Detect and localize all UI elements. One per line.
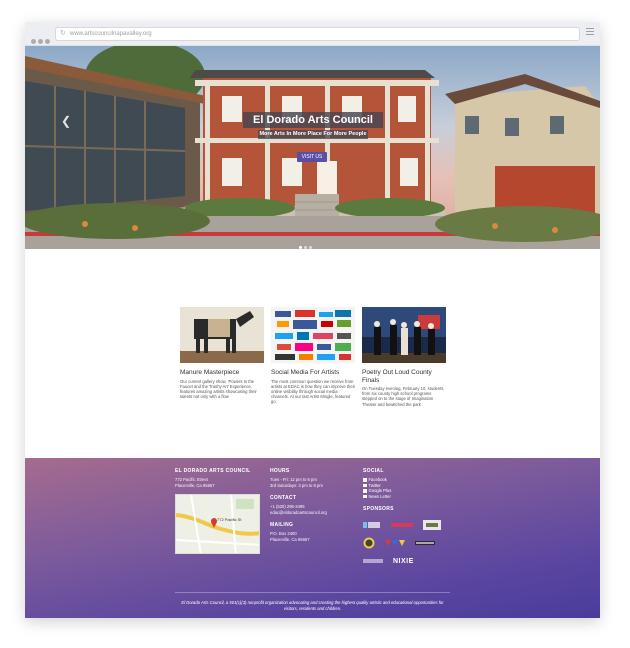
contact-email[interactable]: edac@eldoradoartscouncil.org: [270, 510, 355, 516]
mailing-heading: MAILING: [270, 522, 294, 528]
post-excerpt: On Tuesday evening, February 10, student…: [362, 386, 444, 407]
footer-col-social: SOCIAL Facebook Twitter Google Plus News…: [363, 468, 458, 566]
post-excerpt: The most common question we receive from…: [271, 378, 356, 405]
hours-line-2: 3rd Saturdays: 3 pm to 8 pm: [270, 482, 323, 488]
post-thumbnail[interactable]: [362, 307, 446, 363]
sponsors-heading: SPONSORS: [363, 506, 394, 512]
main-content: Manure Masterpiece Our current gallery s…: [25, 249, 600, 458]
footer-mission-note: El Dorado Arts Council, a 501(c)(3) nonp…: [181, 600, 444, 611]
footer-col-info: HOURS Tues - Fri: 12 pm to 6 pm 3rd Satu…: [270, 468, 355, 549]
slider-pagination[interactable]: [299, 236, 314, 249]
hamburger-menu-icon[interactable]: [586, 28, 594, 38]
sponsor-logo[interactable]: [385, 538, 405, 548]
contact-heading: CONTACT: [270, 495, 297, 501]
hero-photo: [25, 46, 600, 249]
twitter-icon: [363, 483, 367, 488]
hero-subtitle: More Arts In More Place For More People: [258, 130, 368, 139]
post-title[interactable]: Poetry Out Loud County Finals: [362, 369, 446, 384]
site-footer: EL DORADO ARTS COUNCIL 772 Pacific Stree…: [25, 458, 600, 618]
post-card[interactable]: Poetry Out Loud County Finals On Tuesday…: [362, 307, 446, 407]
social-heading: SOCIAL: [363, 468, 384, 474]
google-plus-icon: [363, 489, 367, 493]
facebook-icon: [363, 478, 367, 482]
hero-slider: ❮ El Dorado Arts Council More Arts In Mo…: [25, 46, 600, 249]
post-card[interactable]: Manure Masterpiece Our current gallery s…: [180, 307, 264, 399]
footer-divider: [175, 592, 450, 593]
address-bar[interactable]: ↻ www.artscouncilnapavalley.org: [55, 27, 580, 41]
sponsor-nixie[interactable]: NIXIE: [393, 556, 414, 566]
visit-us-button[interactable]: VISIT US: [297, 152, 327, 162]
mailing-line-2: Placerville, Ca 95667: [270, 536, 310, 542]
sponsor-logo[interactable]: [363, 556, 383, 566]
post-thumbnail[interactable]: [180, 307, 264, 363]
org-address-2: Placerville, Ca 95667: [175, 482, 215, 488]
sponsor-logo[interactable]: [391, 520, 413, 530]
post-title[interactable]: Social Media For Artists: [271, 369, 355, 377]
post-title[interactable]: Manure Masterpiece: [180, 369, 264, 377]
chevron-left-icon[interactable]: ❮: [61, 114, 71, 128]
post-card[interactable]: Social Media For Artists The most common…: [271, 307, 355, 405]
sponsor-seal[interactable]: [363, 537, 375, 549]
hours-heading: HOURS: [270, 468, 290, 474]
browser-chrome: ↻ www.artscouncilnapavalley.org: [25, 22, 600, 46]
social-link-newsletter[interactable]: News Letter: [363, 494, 458, 500]
post-excerpt: Our current gallery show, 'Powers In the…: [180, 378, 257, 400]
post-thumbnail[interactable]: [271, 307, 355, 363]
org-heading: EL DORADO ARTS COUNCIL: [175, 468, 251, 474]
sponsor-logo[interactable]: [423, 520, 441, 530]
sponsor-logo[interactable]: [363, 520, 381, 530]
url-text: www.artscouncilnapavalley.org: [70, 31, 152, 37]
footer-col-org: EL DORADO ARTS COUNCIL 772 Pacific Stree…: [175, 468, 265, 554]
hero-title: El Dorado Arts Council: [243, 112, 383, 128]
reload-icon[interactable]: ↻: [60, 28, 66, 40]
location-map[interactable]: 772 Pacific St: [175, 494, 260, 554]
map-label: 772 Pacific St: [217, 517, 242, 522]
browser-window: ↻ www.artscouncilnapavalley.org ❮ El Dor…: [25, 22, 600, 618]
newsletter-icon: [363, 494, 367, 499]
sponsor-logo[interactable]: [415, 538, 435, 548]
